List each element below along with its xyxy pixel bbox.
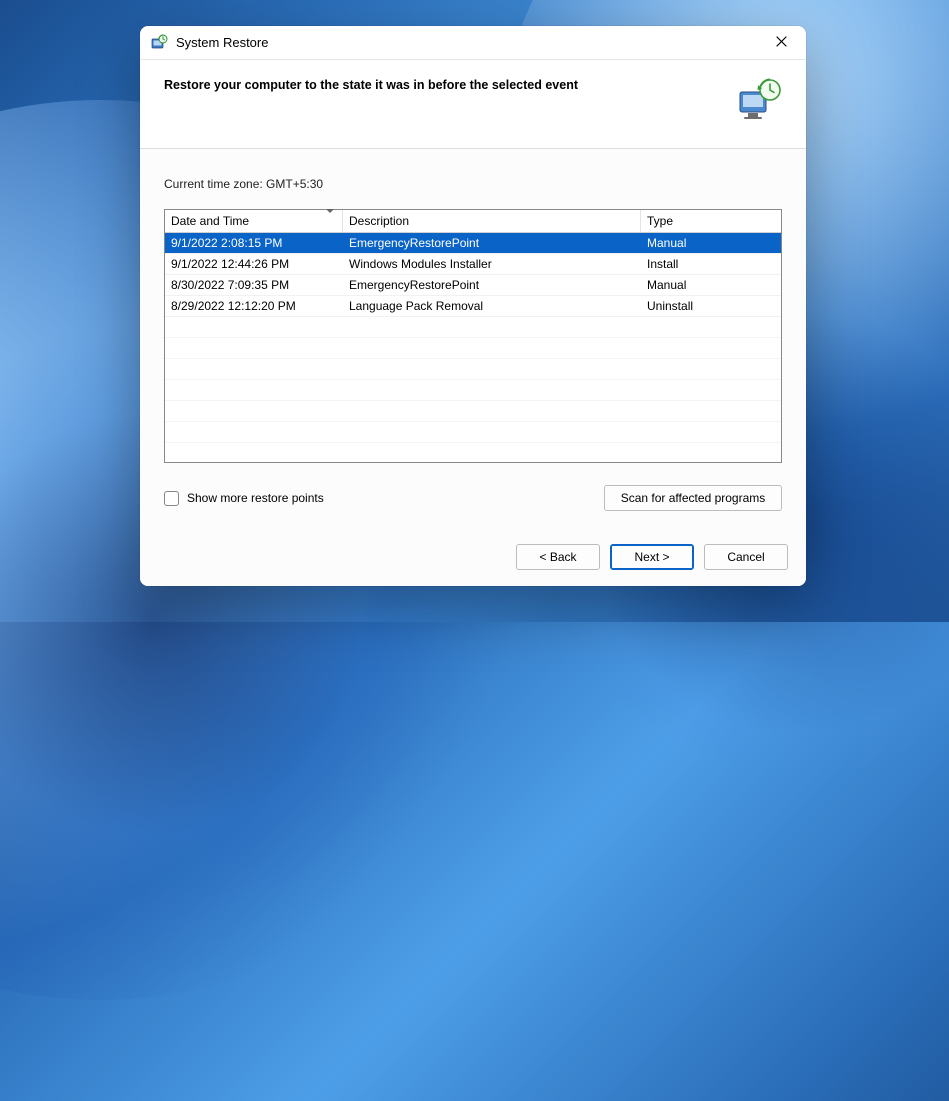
page-heading: Restore your computer to the state it wa… <box>164 78 724 92</box>
show-more-checkbox[interactable] <box>164 491 179 506</box>
column-header-type[interactable]: Type <box>641 210 781 232</box>
cell-description: EmergencyRestorePoint <box>343 236 641 250</box>
wizard-header: Restore your computer to the state it wa… <box>140 60 806 149</box>
cell-datetime: 8/29/2022 12:12:20 PM <box>165 299 343 313</box>
titlebar[interactable]: System Restore <box>140 26 806 60</box>
cell-description: Language Pack Removal <box>343 299 641 313</box>
column-header-datetime[interactable]: Date and Time <box>165 210 343 232</box>
cell-datetime: 9/1/2022 12:44:26 PM <box>165 257 343 271</box>
table-header: Date and Time Description Type <box>165 210 781 233</box>
wizard-body: Current time zone: GMT+5:30 Date and Tim… <box>140 149 806 530</box>
restore-hero-icon <box>736 78 782 122</box>
system-restore-app-icon <box>150 34 168 52</box>
cell-datetime: 8/30/2022 7:09:35 PM <box>165 278 343 292</box>
table-row[interactable]: 9/1/2022 2:08:15 PMEmergencyRestorePoint… <box>165 233 781 254</box>
back-button[interactable]: < Back <box>516 544 600 570</box>
sort-descending-icon <box>326 209 334 213</box>
cell-description: EmergencyRestorePoint <box>343 278 641 292</box>
cell-type: Manual <box>641 278 781 292</box>
cell-type: Uninstall <box>641 299 781 313</box>
table-row[interactable]: 8/29/2022 12:12:20 PMLanguage Pack Remov… <box>165 296 781 317</box>
system-restore-window: System Restore Restore your computer to … <box>140 26 806 586</box>
table-body: 9/1/2022 2:08:15 PMEmergencyRestorePoint… <box>165 233 781 462</box>
table-row-empty <box>165 422 781 443</box>
timezone-label: Current time zone: GMT+5:30 <box>164 177 782 191</box>
wizard-footer: < Back Next > Cancel <box>140 530 806 586</box>
column-header-datetime-label: Date and Time <box>171 214 249 228</box>
next-button[interactable]: Next > <box>610 544 694 570</box>
close-icon <box>776 36 787 50</box>
table-row-empty <box>165 338 781 359</box>
window-title: System Restore <box>176 35 268 50</box>
cancel-button[interactable]: Cancel <box>704 544 788 570</box>
cell-type: Manual <box>641 236 781 250</box>
cell-datetime: 9/1/2022 2:08:15 PM <box>165 236 343 250</box>
table-row-empty <box>165 317 781 338</box>
table-row-empty <box>165 380 781 401</box>
table-row[interactable]: 8/30/2022 7:09:35 PMEmergencyRestorePoin… <box>165 275 781 296</box>
cell-description: Windows Modules Installer <box>343 257 641 271</box>
cell-type: Install <box>641 257 781 271</box>
show-more-label[interactable]: Show more restore points <box>187 491 324 505</box>
close-button[interactable] <box>764 29 798 57</box>
column-header-type-label: Type <box>647 214 673 228</box>
column-header-description[interactable]: Description <box>343 210 641 232</box>
table-row-empty <box>165 401 781 422</box>
restore-points-table: Date and Time Description Type 9/1/2022 … <box>164 209 782 463</box>
table-row-empty <box>165 359 781 380</box>
table-row-empty <box>165 443 781 462</box>
table-row[interactable]: 9/1/2022 12:44:26 PMWindows Modules Inst… <box>165 254 781 275</box>
scan-affected-button[interactable]: Scan for affected programs <box>604 485 782 511</box>
column-header-description-label: Description <box>349 214 409 228</box>
